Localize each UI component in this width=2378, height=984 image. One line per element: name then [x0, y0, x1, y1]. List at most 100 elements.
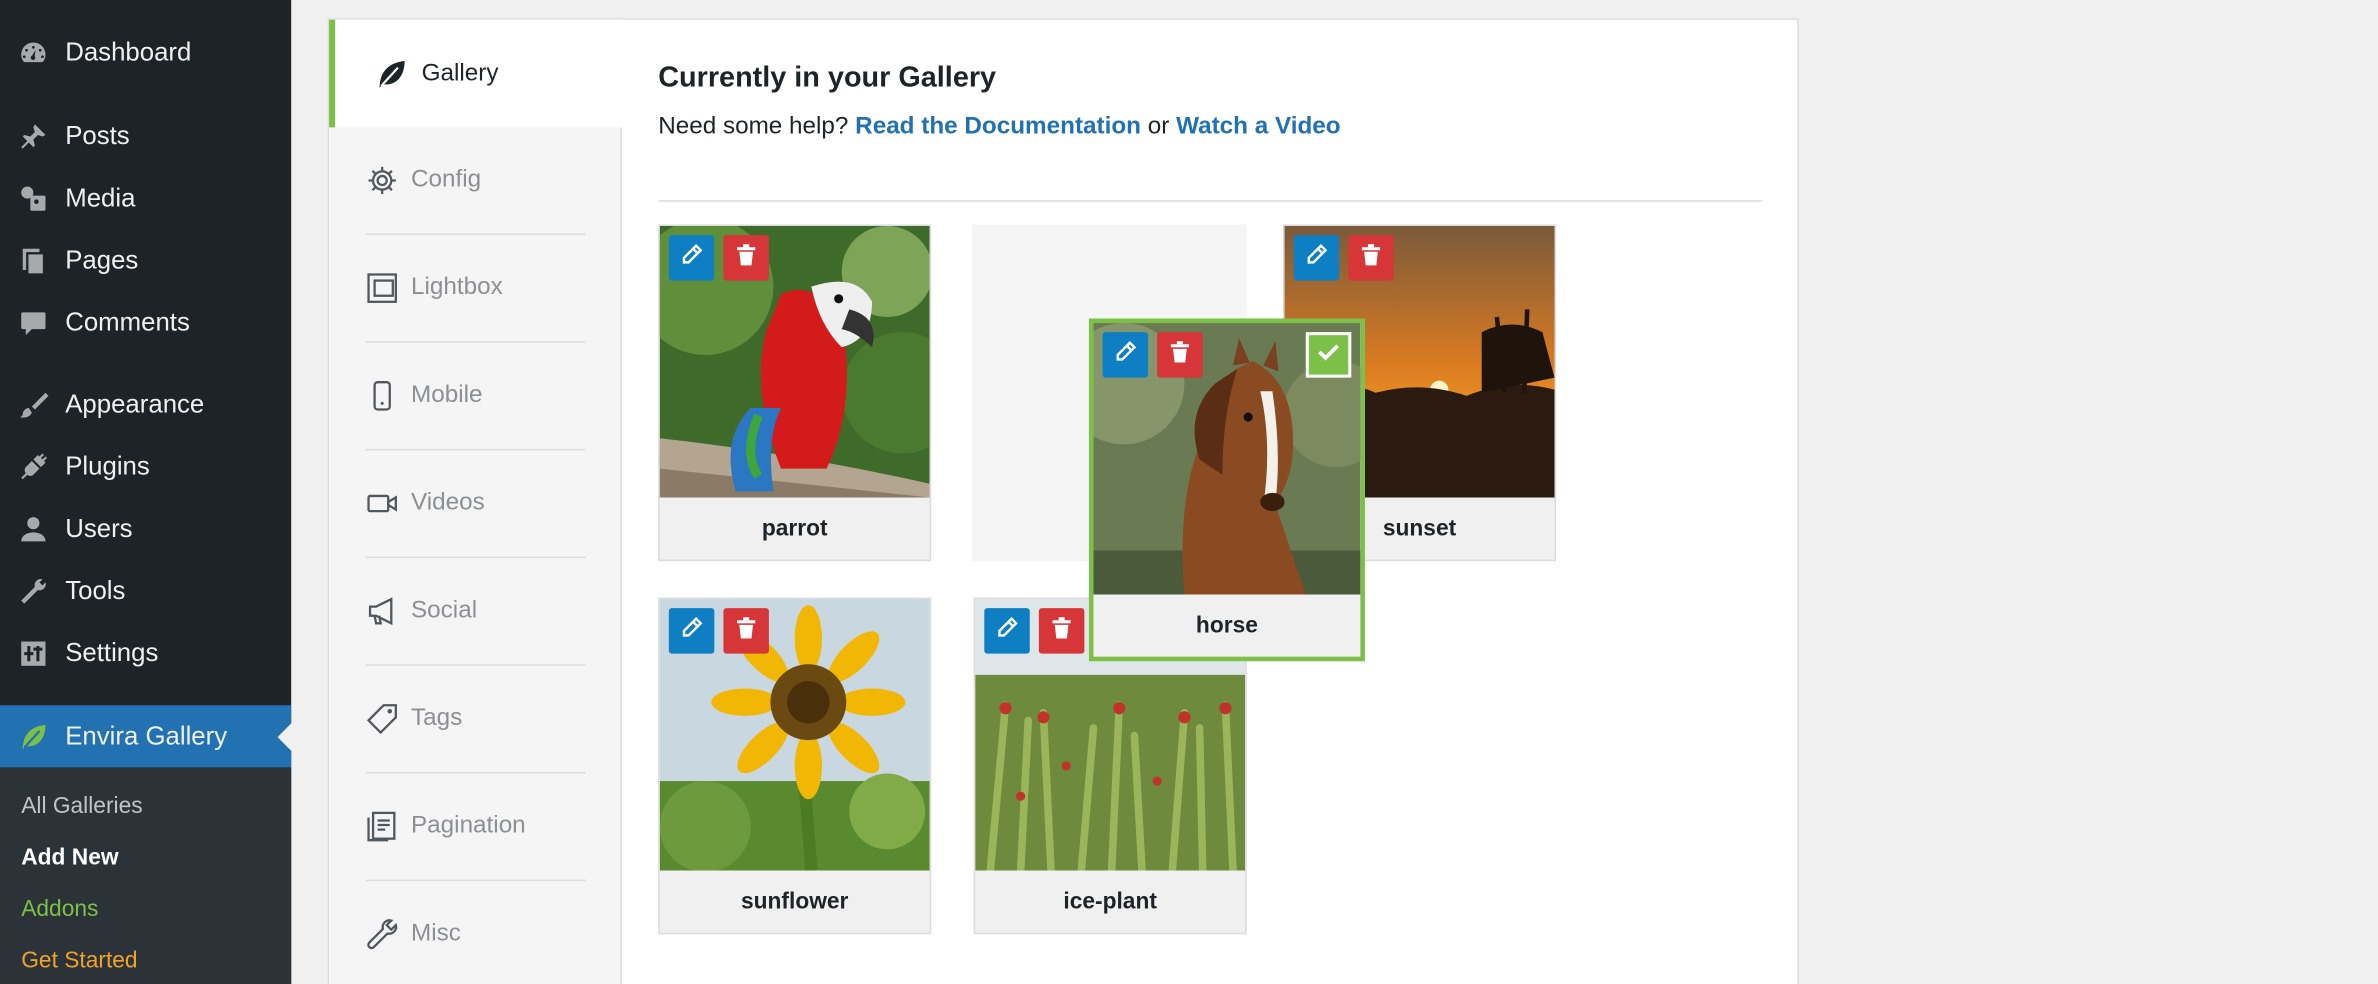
admin-sidebar: Dashboard Posts Media Pages Comments App…: [0, 0, 293, 984]
pin-icon: [17, 120, 50, 153]
pagination-icon: [366, 810, 399, 843]
sidebar-item-media[interactable]: Media: [0, 173, 291, 225]
tab-social[interactable]: Social: [329, 558, 622, 666]
delete-button[interactable]: [723, 608, 769, 654]
delete-button[interactable]: [1038, 608, 1085, 654]
active-menu-arrow: [277, 721, 293, 753]
sidebar-item-appearance[interactable]: Appearance: [0, 379, 291, 431]
video-icon: [366, 487, 399, 520]
leaf-icon: [375, 58, 408, 91]
divider: [658, 200, 1763, 202]
item-caption: ice-plant: [1063, 888, 1157, 915]
delete-button[interactable]: [723, 235, 769, 281]
wrench-icon: [366, 918, 399, 951]
gallery-item-parrot[interactable]: parrot: [658, 224, 932, 562]
wp-admin-page: Dashboard Posts Media Pages Comments App…: [0, 0, 2378, 984]
tab-tags[interactable]: Tags: [329, 666, 622, 774]
delete-button[interactable]: [1157, 332, 1203, 378]
tab-label: Social: [410, 597, 478, 624]
gear-icon: [366, 164, 399, 197]
trash-icon: [1168, 339, 1192, 371]
submenu-get-started[interactable]: Get Started: [21, 948, 137, 974]
tab-lightbox[interactable]: Lightbox: [329, 235, 622, 343]
sidebar-item-tools[interactable]: Tools: [0, 566, 291, 618]
tab-gallery[interactable]: Gallery: [329, 19, 624, 128]
user-icon: [17, 513, 50, 546]
sidebar-item-users[interactable]: Users: [0, 504, 291, 556]
pencil-icon: [679, 615, 703, 647]
mobile-icon: [366, 379, 399, 412]
page-title: Currently in your Gallery: [658, 62, 997, 95]
edit-button[interactable]: [1293, 235, 1340, 281]
video-link[interactable]: Watch a Video: [1176, 114, 1341, 140]
sidebar-item-plugins[interactable]: Plugins: [0, 441, 291, 493]
submenu-add-new[interactable]: Add New: [21, 845, 118, 871]
sidebar-item-label: Pages: [65, 245, 139, 275]
tab-pagination[interactable]: Pagination: [329, 773, 622, 881]
dashboard-icon: [17, 36, 50, 69]
tab-label: Lightbox: [410, 274, 503, 301]
wrench-icon: [17, 575, 50, 608]
documentation-link[interactable]: Read the Documentation: [855, 114, 1141, 140]
help-prefix: Need some help?: [658, 113, 849, 140]
tab-label: Pagination: [410, 812, 526, 839]
sidebar-item-pages[interactable]: Pages: [0, 235, 291, 287]
gallery-item-sunflower[interactable]: sunflower: [658, 597, 932, 935]
item-caption: parrot: [761, 515, 828, 542]
tab-mobile[interactable]: Mobile: [329, 343, 622, 451]
edit-button[interactable]: [984, 608, 1030, 654]
tab-label: Gallery: [421, 60, 499, 87]
sidebar-item-envira-gallery[interactable]: Envira Gallery: [0, 705, 292, 768]
sidebar-item-dashboard[interactable]: Dashboard: [0, 27, 291, 79]
sidebar-item-label: Appearance: [65, 389, 205, 419]
sidebar-item-label: Comments: [65, 307, 190, 337]
tab-label: Mobile: [410, 382, 483, 408]
item-caption: horse: [1195, 612, 1258, 639]
plug-icon: [17, 450, 50, 483]
pages-icon: [17, 244, 50, 277]
trash-icon: [1049, 615, 1073, 647]
tab-videos[interactable]: Videos: [329, 450, 622, 558]
sidebar-item-comments[interactable]: Comments: [0, 297, 291, 349]
gallery-item-horse-dragging[interactable]: horse: [1088, 318, 1365, 662]
submenu-addons[interactable]: Addons: [21, 896, 98, 922]
pencil-icon: [1304, 242, 1328, 274]
sidebar-item-label: Users: [65, 514, 133, 543]
trash-icon: [1359, 242, 1383, 274]
tab-config[interactable]: Config: [329, 127, 622, 235]
megaphone-icon: [366, 595, 399, 628]
sidebar-item-label: Dashboard: [65, 37, 192, 67]
selected-checkbox[interactable]: [1305, 332, 1352, 378]
envira-submenu: All Galleries Add New Addons Get Started: [0, 767, 292, 984]
help-text: Need some help? Read the Documentation o…: [658, 114, 1340, 141]
tab-label: Misc: [410, 920, 461, 947]
sidebar-item-label: Settings: [65, 638, 159, 668]
sidebar-item-settings[interactable]: Settings: [0, 628, 291, 680]
media-icon: [17, 182, 50, 215]
comment-icon: [17, 306, 50, 339]
sidebar-item-label: Tools: [65, 576, 126, 606]
settings-icon: [17, 637, 50, 670]
edit-button[interactable]: [668, 235, 715, 281]
pencil-icon: [1113, 339, 1137, 371]
tag-icon: [366, 702, 399, 735]
edit-button[interactable]: [668, 608, 715, 654]
pencil-icon: [995, 615, 1019, 647]
tab-misc[interactable]: Misc: [329, 881, 622, 984]
item-caption: sunflower: [740, 888, 849, 915]
lightbox-icon: [366, 271, 399, 304]
sidebar-item-label: Posts: [65, 121, 130, 151]
edit-button[interactable]: [1102, 332, 1149, 378]
sidebar-item-posts[interactable]: Posts: [0, 111, 291, 163]
tab-label: Tags: [410, 705, 463, 732]
brush-icon: [17, 388, 50, 421]
submenu-all-galleries[interactable]: All Galleries: [21, 793, 142, 819]
tab-label: Config: [410, 166, 482, 193]
sidebar-item-label: Envira Gallery: [65, 721, 228, 750]
settings-tabs: Gallery Config Lightbox Mobile Videos So…: [329, 19, 624, 984]
trash-icon: [734, 615, 758, 647]
leaf-icon: [17, 720, 50, 753]
sidebar-item-label: Media: [65, 183, 136, 213]
pencil-icon: [679, 242, 703, 274]
delete-button[interactable]: [1348, 235, 1394, 281]
